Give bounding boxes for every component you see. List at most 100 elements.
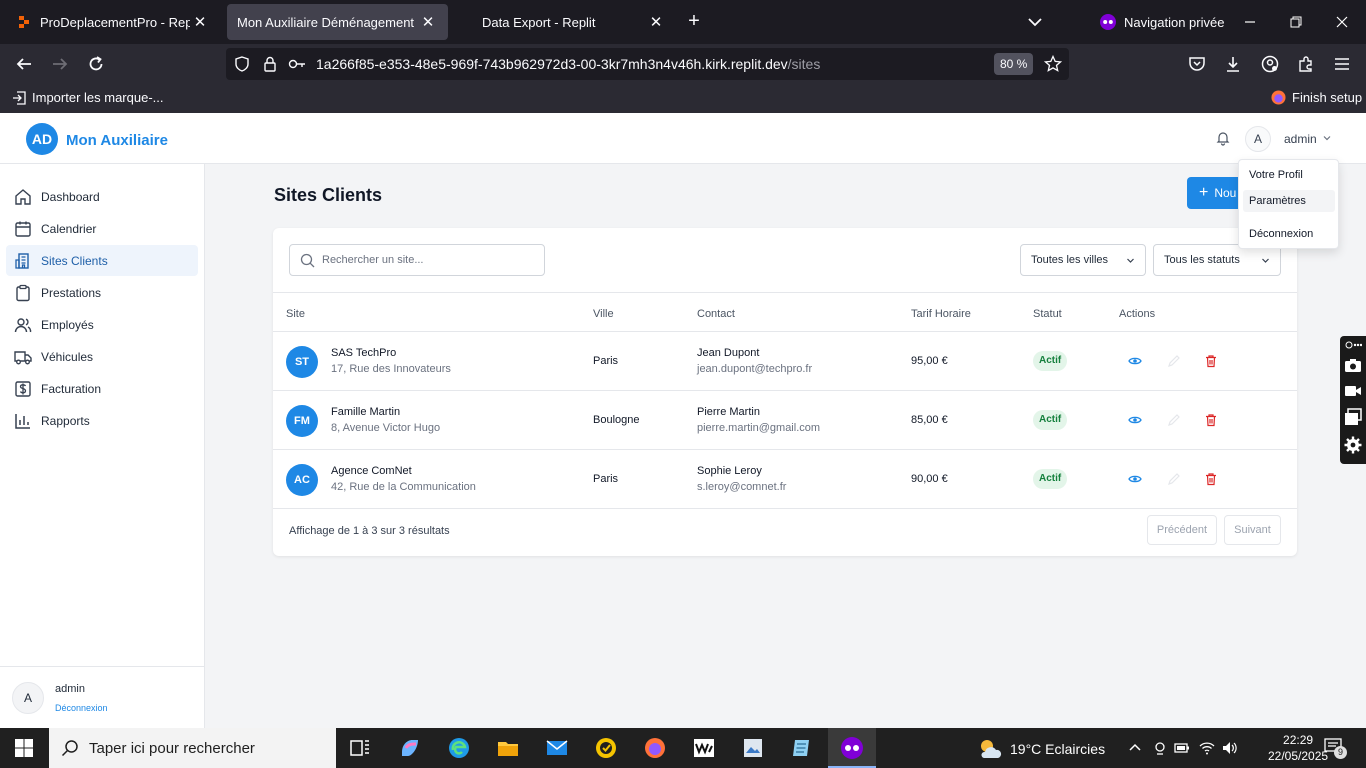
taskbar-active-app[interactable] xyxy=(828,728,876,768)
wifi-icon[interactable] xyxy=(1199,740,1215,756)
table-row[interactable]: ST SAS TechPro 17, Rue des Innovateurs P… xyxy=(273,332,1297,391)
user-menu-dropdown: Votre Profil Paramètres Déconnexion xyxy=(1238,159,1339,249)
bell-icon[interactable] xyxy=(1215,130,1231,146)
chevron-up-icon[interactable] xyxy=(1127,740,1143,756)
tab-mon-auxiliaire[interactable]: Mon Auxiliaire Déménagement ✕ xyxy=(227,4,448,40)
contact-name: Pierre Martin xyxy=(697,406,760,418)
reload-icon[interactable] xyxy=(84,52,108,76)
extensions-icon[interactable] xyxy=(1294,52,1318,76)
city-filter-select[interactable]: Toutes les villes xyxy=(1020,244,1146,276)
key-icon[interactable] xyxy=(288,56,306,72)
sidebar-item-label: Dashboard xyxy=(41,189,100,204)
firefox-icon[interactable] xyxy=(643,736,667,760)
back-arrow-icon[interactable] xyxy=(12,52,36,76)
shield-icon[interactable] xyxy=(234,56,250,72)
webcam-icon[interactable] xyxy=(1152,740,1168,756)
task-view-icon[interactable] xyxy=(348,736,372,760)
previous-page-button[interactable]: Précédent xyxy=(1147,515,1217,545)
sidebar-item-rapports[interactable]: Rapports xyxy=(6,405,198,436)
edit-pencil-icon[interactable] xyxy=(1167,472,1181,486)
trash-icon[interactable] xyxy=(1204,472,1218,486)
new-tab-plus-icon[interactable]: + xyxy=(684,11,704,32)
eye-icon[interactable] xyxy=(1128,413,1142,427)
sidebar-item-prestations[interactable]: Prestations xyxy=(6,277,198,308)
clipboard-icon xyxy=(16,284,30,301)
url-bar[interactable]: 1a266f85-e353-48e5-969f-743b962972d3-00-… xyxy=(226,48,1069,80)
sidebar-item-calendrier[interactable]: Calendrier xyxy=(6,213,198,244)
next-page-button[interactable]: Suivant xyxy=(1224,515,1281,545)
forward-arrow-icon[interactable] xyxy=(48,52,72,76)
import-bookmarks-link[interactable]: Importer les marque-... xyxy=(12,90,164,105)
download-icon[interactable] xyxy=(1221,52,1245,76)
file-explorer-icon[interactable] xyxy=(496,736,520,760)
weather-widget[interactable]: 19°C Eclaircies xyxy=(978,738,1105,760)
wireshark-app-icon[interactable] xyxy=(692,736,716,760)
window-close-icon[interactable] xyxy=(1330,10,1354,34)
minimize-icon[interactable] xyxy=(1238,10,1262,34)
copilot-icon[interactable] xyxy=(398,736,422,760)
home-icon xyxy=(15,188,31,205)
menu-item-profile[interactable]: Votre Profil xyxy=(1243,164,1335,186)
user-name[interactable]: admin xyxy=(1284,132,1317,146)
video-camera-icon[interactable] xyxy=(1344,382,1362,400)
taskbar-search-field[interactable]: Taper ici pour rechercher xyxy=(49,728,336,768)
table-row[interactable]: AC Agence ComNet 42, Rue de la Communica… xyxy=(273,450,1297,509)
tab-data-export[interactable]: Data Export - Replit ✕ xyxy=(456,4,676,40)
sidebar-logout-link[interactable]: Déconnexion xyxy=(55,703,108,713)
search-input[interactable] xyxy=(322,251,532,269)
star-bookmark-icon[interactable] xyxy=(1044,55,1062,73)
more-icon[interactable] xyxy=(1344,340,1362,350)
tab-prodeplacementpro[interactable]: ProDeplacementPro - Replit ✕ xyxy=(6,4,220,40)
chevron-down-icon[interactable] xyxy=(1322,133,1332,143)
norton-icon[interactable] xyxy=(594,736,618,760)
notification-center-button[interactable]: 9 xyxy=(1324,738,1347,759)
trash-icon[interactable] xyxy=(1204,413,1218,427)
camera-icon[interactable] xyxy=(1344,356,1362,374)
edge-browser-icon[interactable] xyxy=(447,736,471,760)
window-capture-icon[interactable] xyxy=(1344,408,1362,426)
logo-text[interactable]: Mon Auxiliaire xyxy=(66,132,168,149)
close-icon[interactable]: ✕ xyxy=(418,12,438,32)
url-host: 1a266f85-e353-48e5-969f-743b962972d3-00-… xyxy=(316,56,788,72)
table-row[interactable]: FM Famille Martin 8, Avenue Victor Hugo … xyxy=(273,391,1297,450)
zoom-level-button[interactable]: 80 % xyxy=(994,53,1034,75)
site-address: 8, Avenue Victor Hugo xyxy=(331,422,441,434)
search-field[interactable] xyxy=(289,244,545,276)
close-icon[interactable]: ✕ xyxy=(190,12,210,32)
contact-name: Sophie Leroy xyxy=(697,465,762,477)
trash-icon[interactable] xyxy=(1204,354,1218,368)
notepad-icon[interactable] xyxy=(790,736,814,760)
volume-icon[interactable] xyxy=(1221,740,1237,756)
menu-item-settings[interactable]: Paramètres xyxy=(1243,190,1335,212)
logo-badge[interactable]: AD xyxy=(26,123,58,155)
pocket-icon[interactable] xyxy=(1185,52,1209,76)
new-site-button-label: Nou xyxy=(1214,186,1237,200)
eye-icon[interactable] xyxy=(1128,354,1142,368)
sidebar-item-sites-clients[interactable]: Sites Clients xyxy=(6,245,198,276)
close-icon[interactable]: ✕ xyxy=(646,12,666,32)
sidebar-item-employes[interactable]: Employés xyxy=(6,309,198,340)
windows-start-icon[interactable] xyxy=(14,738,34,758)
gear-icon[interactable] xyxy=(1344,436,1362,454)
edit-pencil-icon[interactable] xyxy=(1167,354,1181,368)
mail-icon[interactable] xyxy=(545,736,569,760)
taskbar-clock[interactable]: 22:29 22/05/2025 xyxy=(1268,732,1328,764)
image-viewer-icon[interactable] xyxy=(741,736,765,760)
sidebar-item-label: Calendrier xyxy=(41,221,97,236)
sidebar-item-vehicules[interactable]: Véhicules xyxy=(6,341,198,372)
account-icon[interactable] xyxy=(1258,52,1282,76)
restore-icon[interactable] xyxy=(1284,10,1308,34)
battery-icon[interactable] xyxy=(1174,740,1190,756)
sidebar-item-facturation[interactable]: Facturation xyxy=(6,373,198,404)
sidebar-item-dashboard[interactable]: Dashboard xyxy=(6,181,198,212)
menu-item-logout[interactable]: Déconnexion xyxy=(1243,223,1335,245)
edit-pencil-icon[interactable] xyxy=(1167,413,1181,427)
hamburger-menu-icon[interactable] xyxy=(1330,52,1354,76)
lock-icon[interactable] xyxy=(262,56,278,72)
chevron-down-icon[interactable] xyxy=(1025,12,1045,32)
avatar[interactable]: A xyxy=(1245,126,1271,152)
sidebar-item-label: Employés xyxy=(41,317,94,332)
sidebar-item-label: Prestations xyxy=(41,285,102,300)
finish-setup-link[interactable]: Finish setup xyxy=(1271,90,1362,105)
eye-icon[interactable] xyxy=(1128,472,1142,486)
